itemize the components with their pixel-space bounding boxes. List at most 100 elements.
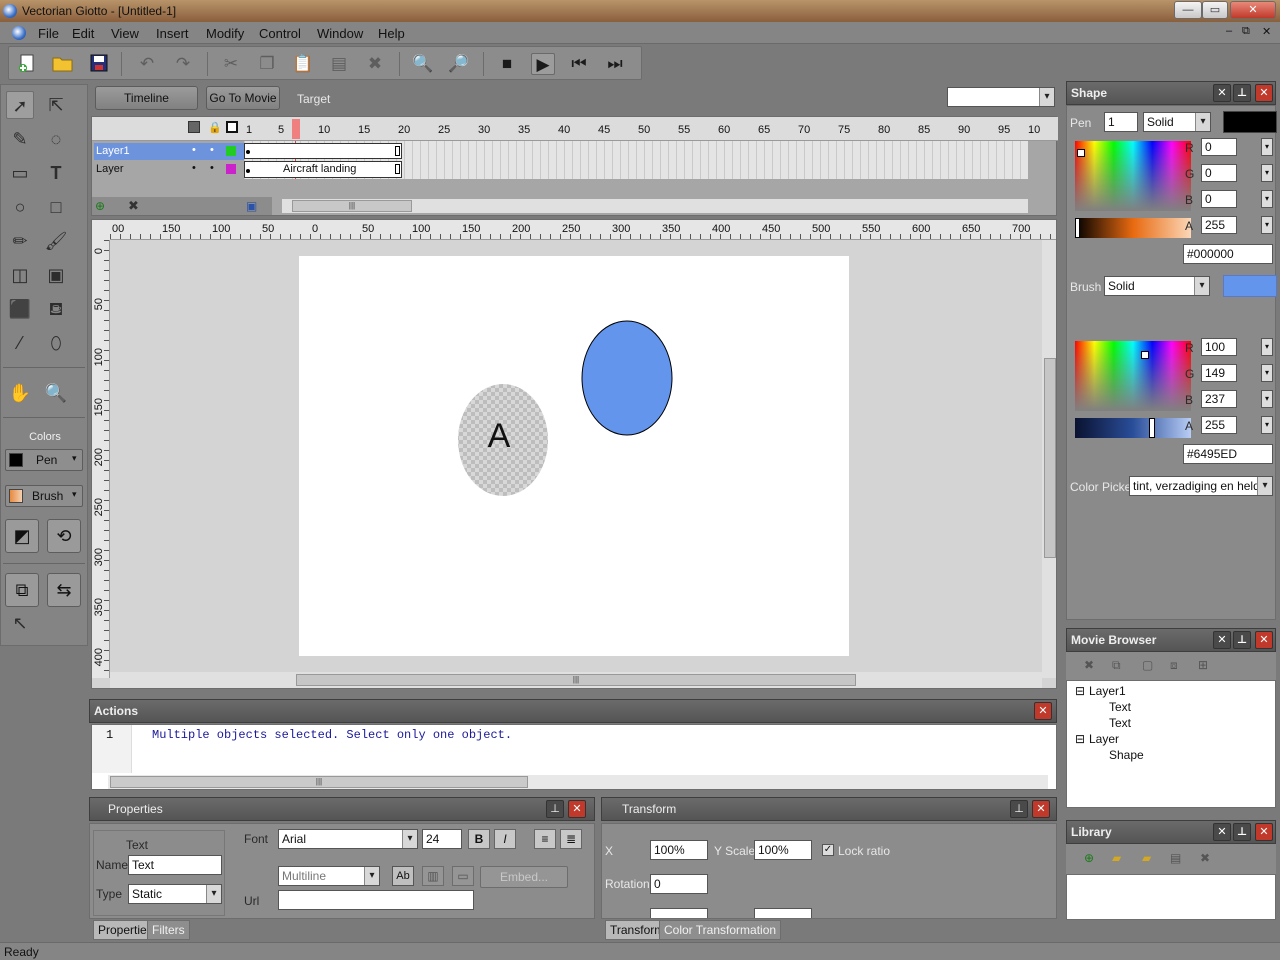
brush-r-input[interactable]: 100	[1201, 338, 1237, 356]
add-folder-icon[interactable]: ▣	[246, 199, 257, 213]
align-center-icon[interactable]: ≣	[560, 829, 582, 849]
pen-hex-input[interactable]: #000000	[1183, 244, 1273, 264]
swap-colors-icon[interactable]: ⟲	[47, 519, 81, 553]
menu-help[interactable]: Help	[378, 26, 405, 41]
duplicate-icon[interactable]: ⧉	[1112, 658, 1121, 673]
type-select[interactable]: Static	[128, 884, 222, 904]
zoom-in-icon[interactable]: 🔍	[411, 53, 435, 75]
brush-r-stepper[interactable]: ▾	[1261, 338, 1273, 356]
close-icon[interactable]: ✕	[1213, 84, 1231, 102]
line-tool-icon[interactable]: ▭	[6, 159, 34, 187]
menu-edit[interactable]: Edit	[72, 26, 94, 41]
pen-b-input[interactable]: 0	[1201, 190, 1237, 208]
multiline-select[interactable]: Multiline	[278, 866, 380, 886]
pen-picker-marker[interactable]	[1077, 149, 1085, 157]
pen-r-stepper[interactable]: ▾	[1261, 138, 1273, 156]
name-input[interactable]: Text	[128, 855, 222, 875]
brush-picker-marker[interactable]	[1141, 351, 1149, 359]
mdi-restore-button[interactable]: ⧉	[1242, 25, 1250, 38]
actions-hscroll[interactable]: |||	[108, 775, 1048, 789]
object-drawing-icon[interactable]: ⧉	[5, 573, 39, 607]
pen-width-input[interactable]: 1	[1104, 112, 1138, 132]
first-frame-icon[interactable]: ⏮	[567, 53, 591, 75]
tree-toggle[interactable]: ⊟	[1075, 684, 1085, 698]
stage-text-a[interactable]: A	[488, 417, 511, 455]
pen-lightness-slider[interactable]	[1075, 218, 1191, 238]
skew-y-input[interactable]	[754, 908, 812, 918]
new-icon[interactable]	[15, 53, 39, 75]
menu-file[interactable]: File	[38, 26, 59, 41]
pen-color-selector[interactable]: Pen ▾	[5, 449, 83, 471]
rotation-input[interactable]: 0	[650, 874, 708, 894]
layer-frame-span[interactable]: Aircraft landing	[244, 161, 402, 178]
brush-color-selector[interactable]: Brush ▾	[5, 485, 83, 507]
actions-editor[interactable]: 1 Multiple objects selected. Select only…	[91, 724, 1057, 790]
ungroup-icon[interactable]: ⧈	[1170, 658, 1178, 673]
pen-g-input[interactable]: 0	[1201, 164, 1237, 182]
timeline-hscroll[interactable]: |||	[282, 199, 1028, 213]
lasso-tool-icon[interactable]: ◌	[42, 125, 70, 153]
url-input[interactable]	[278, 890, 474, 910]
eye-icon[interactable]	[188, 121, 200, 133]
visibility-dot[interactable]: •	[192, 144, 196, 156]
selectable-icon[interactable]: Ab	[392, 866, 414, 886]
mdi-close-button[interactable]: ✕	[1262, 25, 1271, 38]
properties-icon[interactable]: ▤	[1170, 851, 1181, 865]
close-icon[interactable]: ✕	[1034, 702, 1052, 720]
paint-bucket-tool-icon[interactable]: ⛾	[42, 295, 70, 323]
stop-icon[interactable]: ■	[495, 53, 519, 75]
eyedropper-tool-icon[interactable]: ⁄	[6, 329, 34, 357]
new-symbol-icon[interactable]: ⊕	[1084, 851, 1094, 865]
tree-toggle[interactable]: ⊟	[1075, 732, 1085, 746]
lock-dot[interactable]: •	[210, 144, 214, 156]
close-icon[interactable]: ✕	[568, 800, 586, 818]
x-scale-input[interactable]: 100%	[650, 840, 708, 860]
pen-color-swatch[interactable]	[1223, 111, 1277, 133]
maximize-button[interactable]: ▭	[1202, 1, 1228, 19]
tree-item-text[interactable]: Text	[1109, 716, 1131, 730]
close-button[interactable]: ✕	[1230, 1, 1276, 19]
pin-icon[interactable]: ⊥	[1233, 823, 1251, 841]
zoom-tool-icon[interactable]: 🔍	[42, 379, 70, 407]
stage-vscroll[interactable]	[1042, 240, 1056, 678]
new-folder-icon[interactable]: ▰	[1112, 851, 1121, 865]
lock-dot[interactable]: •	[210, 162, 214, 174]
pen-r-input[interactable]: 0	[1201, 138, 1237, 156]
tree-item-shape[interactable]: Shape	[1109, 748, 1144, 762]
playhead[interactable]	[292, 119, 300, 139]
brush-style-select[interactable]: Solid	[1104, 276, 1210, 296]
html-icon[interactable]: ▥	[422, 866, 444, 886]
close-icon[interactable]: ✕	[1255, 84, 1273, 102]
copy-icon[interactable]: ❐	[255, 53, 279, 75]
font-select[interactable]: Arial	[278, 829, 418, 849]
pen-a-input[interactable]: 255	[1201, 216, 1237, 234]
visibility-dot[interactable]: •	[192, 162, 196, 174]
paste-special-icon[interactable]: ▤	[327, 53, 351, 75]
brush-g-input[interactable]: 149	[1201, 364, 1237, 382]
delete-layer-icon[interactable]: ✖	[128, 198, 139, 214]
align-left-icon[interactable]: ≡	[534, 829, 556, 849]
add-layer-icon[interactable]: ⊕	[95, 199, 105, 213]
brush-g-stepper[interactable]: ▾	[1261, 364, 1273, 382]
delete-icon[interactable]: ✖	[1084, 658, 1094, 672]
layer1-frame-span[interactable]	[244, 143, 402, 159]
oval-tool-icon[interactable]: ○	[6, 193, 34, 221]
rectangle-tool-icon[interactable]: □	[42, 193, 70, 221]
y-scale-input[interactable]: 100%	[754, 840, 812, 860]
pen-style-select[interactable]: Solid	[1143, 112, 1211, 132]
timeline-toggle-button[interactable]: Timeline	[95, 86, 198, 110]
close-icon[interactable]: ✕	[1255, 823, 1273, 841]
close-icon[interactable]: ✕	[1032, 800, 1050, 818]
brush-tool-icon[interactable]: 🖌	[42, 227, 70, 255]
pencil-tool-icon[interactable]: ✏	[6, 227, 34, 255]
break-apart-icon[interactable]: ⊞	[1198, 658, 1208, 672]
actions-scroll-thumb[interactable]: |||	[110, 776, 528, 788]
pen-b-stepper[interactable]: ▾	[1261, 190, 1273, 208]
redo-icon[interactable]: ↷	[171, 53, 195, 75]
smooth-icon[interactable]: ↖	[6, 609, 34, 637]
italic-button[interactable]: I	[494, 829, 516, 849]
eraser-tool-icon[interactable]: ⬯	[42, 329, 70, 357]
brush-hue-field[interactable]	[1075, 341, 1191, 411]
close-icon[interactable]: ✕	[1213, 823, 1231, 841]
tab-color-transformation[interactable]: Color Transformation	[659, 920, 782, 940]
